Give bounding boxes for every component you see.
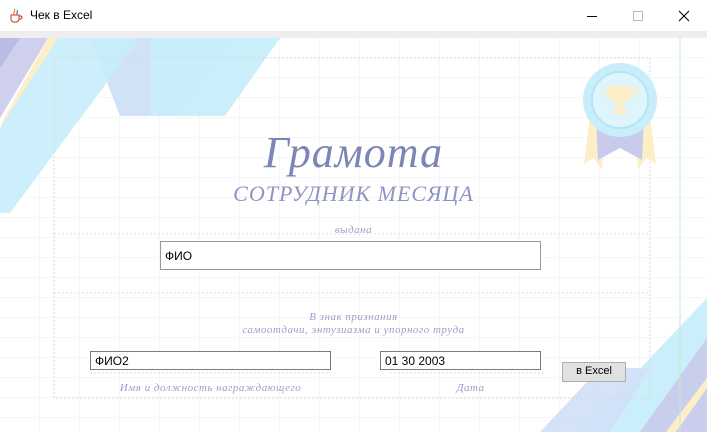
window-title: Чек в Excel bbox=[30, 8, 93, 22]
recognition-line-2: самоотдачи, энтузиазма и упорного труда bbox=[242, 324, 465, 336]
issued-to-label: выдана bbox=[334, 224, 373, 236]
minimize-button[interactable] bbox=[569, 0, 615, 31]
certificate-canvas: Грамота СОТРУДНИК МЕСЯЦА выдана В знак п… bbox=[0, 38, 707, 432]
maximize-button[interactable] bbox=[615, 0, 661, 31]
maximize-icon bbox=[633, 10, 643, 21]
java-cup-icon bbox=[10, 8, 23, 23]
date-caption: Дата bbox=[456, 382, 485, 394]
certificate-title: Грамота bbox=[263, 128, 444, 177]
recognition-line-1: В знак признания bbox=[309, 311, 398, 323]
date-input[interactable] bbox=[380, 351, 541, 370]
app-window: Чек в Excel Грамота СОТРУДНИК МЕСЯЦА выд… bbox=[0, 0, 707, 432]
close-icon bbox=[678, 10, 690, 21]
awarder-caption: Имя и должность награждающего bbox=[119, 382, 302, 394]
title-bar[interactable]: Чек в Excel bbox=[0, 0, 707, 31]
minimize-icon bbox=[587, 15, 597, 17]
awarder-name-input[interactable] bbox=[90, 351, 331, 370]
close-button[interactable] bbox=[661, 0, 707, 31]
content-top-strip bbox=[0, 31, 707, 38]
certificate-subtitle: СОТРУДНИК МЕСЯЦА bbox=[233, 181, 474, 206]
export-excel-button[interactable]: в Excel bbox=[562, 362, 626, 382]
recipient-name-input[interactable] bbox=[160, 241, 541, 270]
